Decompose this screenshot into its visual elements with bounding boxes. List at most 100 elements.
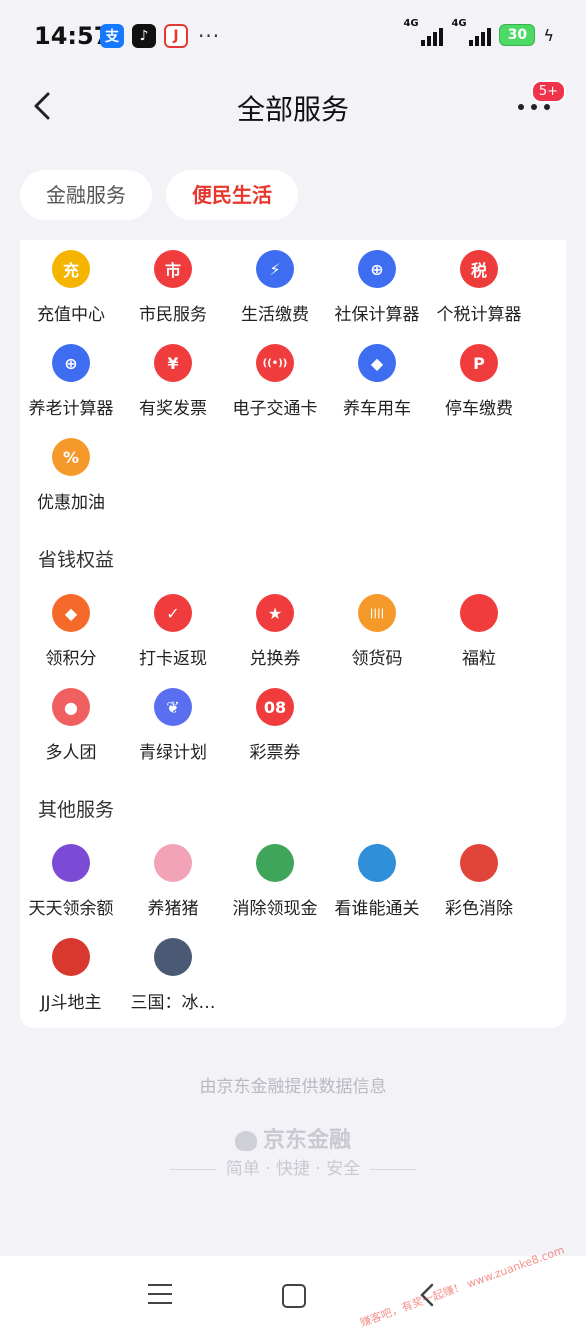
service-label: 多人团	[45, 743, 97, 763]
service-item[interactable]: 充充值中心	[20, 240, 122, 334]
service-label: 养老计算器	[28, 399, 114, 419]
car-icon: ◆	[358, 344, 396, 382]
service-item[interactable]: |||| 领货码	[326, 584, 428, 678]
status-bar: 14:57 支 ♪ J ··· 4G 4G 30 ϟ	[0, 0, 586, 72]
service-item[interactable]: ★ 兑换券	[224, 584, 326, 678]
page-title: 全部服务	[236, 93, 349, 126]
voucher-icon: ★	[256, 594, 294, 632]
alipay-icon: 支	[100, 24, 124, 48]
service-item[interactable]: JJ斗地主	[20, 928, 122, 1022]
service-item[interactable]: 彩色消除	[428, 834, 530, 928]
section-title-other: 其他服务	[38, 799, 115, 821]
jd-app-icon: J	[164, 24, 188, 48]
pig-game-icon	[154, 844, 192, 882]
pension-icon: ⊕	[52, 344, 90, 382]
jd-finance-logo-icon	[234, 1131, 257, 1151]
service-label: 彩票券	[249, 743, 301, 763]
service-label: 优惠加油	[37, 493, 105, 513]
notification-icons: 支 ♪ J ···	[100, 24, 220, 48]
service-item[interactable]: ⚡ 生活缴费	[224, 240, 326, 334]
service-item[interactable]: P 停车缴费	[428, 334, 530, 428]
other-services-grid: 天天领余额 养猪猪 消除领现金 看谁能通关 彩色消除 JJ斗地主 三国：冰…	[20, 834, 566, 1022]
service-label: JJ斗地主	[40, 993, 102, 1013]
parking-icon: P	[460, 344, 498, 382]
group-icon: ●	[52, 688, 90, 726]
signal-icon: 4G	[403, 18, 444, 46]
service-item[interactable]: ◆ 领积分	[20, 584, 122, 678]
utility-icon: ⚡	[256, 250, 294, 288]
brand-logo: 京东金融	[0, 1122, 586, 1154]
brand-slogan: 简单 · 快捷 · 安全	[0, 1154, 586, 1179]
service-item[interactable]: ◆ 养车用车	[326, 334, 428, 428]
invoice-icon: ¥	[154, 344, 192, 382]
service-item[interactable]: 市市民服务	[122, 240, 224, 334]
color-game-icon	[460, 844, 498, 882]
code-icon: ||||	[358, 594, 396, 632]
service-label: 看谁能通关	[334, 899, 420, 919]
battery-icon: 30	[499, 24, 536, 46]
service-label: 养猪猪	[147, 899, 199, 919]
service-label: 天天领余额	[28, 899, 114, 919]
tab-life[interactable]: 便民生活	[166, 170, 298, 220]
service-item[interactable]: 三国：冰…	[122, 928, 224, 1022]
service-item[interactable]: 消除领现金	[224, 834, 326, 928]
service-item[interactable]: % 优惠加油	[20, 428, 122, 522]
service-item[interactable]: ✓ 打卡返现	[122, 584, 224, 678]
service-label: 有奖发票	[139, 399, 207, 419]
service-label: 领积分	[45, 649, 97, 669]
leaf-icon: ❦	[154, 688, 192, 726]
service-label: 彩色消除	[445, 899, 513, 919]
service-item[interactable]: 税个税计算器	[428, 240, 530, 334]
service-item[interactable]: 看谁能通关	[326, 834, 428, 928]
service-label: 充值中心	[37, 305, 105, 325]
service-label: 生活缴费	[241, 305, 309, 325]
service-label: 三国：冰…	[130, 993, 216, 1013]
header: 全部服务	[0, 72, 586, 142]
topup-icon: 充	[52, 250, 90, 288]
service-item[interactable]: ● 多人团	[20, 678, 122, 772]
service-item[interactable]: ⊕ 社保计算器	[326, 240, 428, 334]
service-label: 养车用车	[343, 399, 411, 419]
landlord-game-icon	[52, 938, 90, 976]
service-label: 市民服务	[139, 305, 207, 325]
bead-icon	[460, 594, 498, 632]
service-label: 领货码	[351, 649, 403, 669]
match-game-icon	[358, 844, 396, 882]
recents-button[interactable]	[148, 1284, 172, 1304]
service-item[interactable]: 福粒	[428, 584, 530, 678]
service-label: 打卡返现	[139, 649, 207, 669]
service-item[interactable]: 天天领余额	[20, 834, 122, 928]
balance-game-icon	[52, 844, 90, 882]
mahjong-game-icon	[256, 844, 294, 882]
service-label: 消除领现金	[232, 899, 318, 919]
service-item[interactable]: 08 彩票券	[224, 678, 326, 772]
service-item[interactable]: ⊕ 养老计算器	[20, 334, 122, 428]
service-label: 福粒	[462, 649, 496, 669]
service-item[interactable]: ((•)) 电子交通卡	[224, 334, 326, 428]
service-item[interactable]: 养猪猪	[122, 834, 224, 928]
tab-finance[interactable]: 金融服务	[20, 170, 152, 220]
section-title-savings: 省钱权益	[38, 549, 115, 571]
tiktok-icon: ♪	[132, 24, 156, 48]
service-label: 个税计算器	[436, 305, 522, 325]
citizen-icon: 市	[154, 250, 192, 288]
transit-card-icon: ((•))	[256, 344, 294, 382]
charging-icon: ϟ	[543, 25, 554, 45]
data-provider-note: 由京东金融提供数据信息	[199, 1077, 387, 1097]
tab-bar: 金融服务 便民生活	[20, 170, 298, 220]
service-item[interactable]: ¥ 有奖发票	[122, 334, 224, 428]
calendar-icon: ✓	[154, 594, 192, 632]
service-item[interactable]: ❦ 青绿计划	[122, 678, 224, 772]
services-card: 充充值中心市市民服务 ⚡ 生活缴费 ⊕ 社保计算器税个税计算器 ⊕ 养老计算器 ¥ 有奖发票((…	[20, 240, 566, 1028]
message-badge: 5+	[530, 80, 566, 103]
service-label: 电子交通卡	[232, 399, 318, 419]
signal-icon-2: 4G	[451, 18, 492, 46]
home-button[interactable]	[282, 1284, 306, 1308]
points-icon: ◆	[52, 594, 90, 632]
savings-grid: ◆ 领积分 ✓ 打卡返现 ★ 兑换券 |||| 领货码 福粒 ● 多人团 ❦ 青绿计划 08 彩票券	[20, 584, 566, 772]
service-label: 社保计算器	[334, 305, 420, 325]
more-notifications-icon: ···	[198, 24, 221, 48]
tax-icon: 税	[460, 250, 498, 288]
service-label: 青绿计划	[139, 743, 207, 763]
three-kingdoms-icon	[154, 938, 192, 976]
